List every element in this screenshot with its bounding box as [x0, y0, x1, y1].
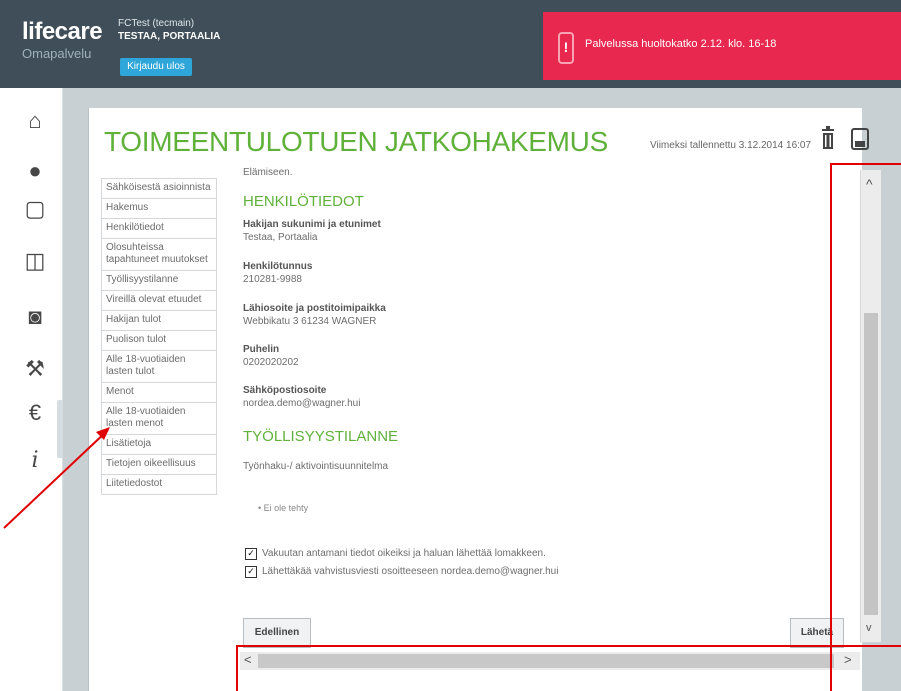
- trash-icon[interactable]: [819, 125, 837, 155]
- left-icon-bar: ⌂ ● ▢ ◫ ◙ ⚒ € i: [0, 88, 63, 691]
- section-nav-item[interactable]: Menot: [101, 383, 217, 403]
- section-nav-item[interactable]: Vireillä olevat etuudet: [101, 291, 217, 311]
- user-name: FCTest (tecmain): [118, 18, 195, 29]
- section-nav-item[interactable]: Hakijan tulot: [101, 311, 217, 331]
- scroll-left-icon[interactable]: <: [244, 652, 252, 667]
- horizontal-scroll-thumb[interactable]: [258, 654, 834, 668]
- vertical-scrollbar[interactable]: ^ v: [860, 170, 881, 642]
- section-heading-personal: HENKILÖTIEDOT: [243, 193, 364, 210]
- previous-button[interactable]: Edellinen: [243, 618, 311, 648]
- field-label: Hakijan sukunimi ja etunimet: [243, 219, 381, 230]
- annotation-line: [830, 163, 901, 165]
- scroll-up-icon[interactable]: ^: [866, 176, 873, 192]
- section-nav-item[interactable]: Alle 18-vuotiaiden lasten tulot: [101, 351, 217, 383]
- save-icon[interactable]: [850, 125, 870, 155]
- user-organization: TESTAA, PORTAALIA: [118, 31, 221, 42]
- field-label: Lähiosoite ja postitoimipaikka: [243, 303, 386, 314]
- send-button[interactable]: Lähetä: [790, 618, 844, 648]
- field-value: 0202020202: [243, 357, 299, 368]
- alert-icon: !: [558, 32, 574, 64]
- app-logo[interactable]: lifecare: [22, 18, 103, 46]
- alert-text: Palvelussa huoltokatko 2.12. klo. 16-18: [585, 38, 777, 50]
- field-label: Puhelin: [243, 344, 280, 355]
- section-nav-item[interactable]: Hakemus: [101, 199, 217, 219]
- gavel-icon[interactable]: ⚒: [22, 356, 48, 382]
- inbox-icon[interactable]: ◙: [22, 304, 48, 330]
- content-top-text: Elämiseen.: [243, 167, 293, 178]
- page-title: TOIMEENTULOTUEN JATKOHAKEMUS: [104, 126, 608, 157]
- section-nav-item[interactable]: Puolison tulot: [101, 331, 217, 351]
- last-saved-text: Viimeksi tallennettu 3.12.2014 16:07: [650, 140, 812, 151]
- horizontal-scrollbar[interactable]: < >: [240, 652, 860, 670]
- annotation-arrow: [3, 427, 110, 529]
- section-nav-item[interactable]: Olosuhteissa tapahtuneet muutokset: [101, 239, 217, 271]
- field-value: Webbikatu 3 61234 WAGNER: [243, 316, 377, 327]
- home-icon[interactable]: ⌂: [22, 108, 48, 134]
- document-icon[interactable]: ▢: [22, 196, 48, 222]
- email-confirm-label: Lähettäkää vahvistusviesti osoitteeseen …: [262, 566, 559, 577]
- employment-plan-label: Työnhaku-/ aktivointisuunnitelma: [243, 461, 389, 472]
- confirm-checkbox[interactable]: ✓: [245, 548, 257, 560]
- section-nav-item[interactable]: Henkilötiedot: [101, 219, 217, 239]
- annotation-line: [236, 645, 901, 647]
- confirm-label: Vakuutan antamani tiedot oikeiksi ja hal…: [262, 548, 546, 559]
- email-confirm-checkbox[interactable]: ✓: [245, 566, 257, 578]
- field-label: Sähköpostiosoite: [243, 385, 327, 396]
- documents-icon[interactable]: ◫: [22, 248, 48, 274]
- section-heading-employment: TYÖLLISYYSTILANNE: [243, 428, 399, 445]
- section-nav-item[interactable]: Sähköisestä asioinnista: [101, 178, 217, 199]
- logout-button[interactable]: Kirjaudu ulos: [120, 58, 192, 76]
- field-label: Henkilötunnus: [243, 261, 313, 272]
- annotation-line: [236, 645, 238, 691]
- field-value: nordea.demo@wagner.hui: [243, 398, 361, 409]
- maintenance-alert: ! Palvelussa huoltokatko 2.12. klo. 16-1…: [543, 12, 901, 80]
- vertical-scroll-thumb[interactable]: [864, 313, 878, 615]
- user-icon[interactable]: ●: [22, 158, 48, 184]
- scroll-right-icon[interactable]: >: [844, 652, 852, 667]
- scroll-down-icon[interactable]: v: [866, 622, 872, 634]
- field-value: 210281-9988: [243, 274, 302, 285]
- app-logo-subtitle: Omapalvelu: [22, 46, 92, 61]
- annotation-line: [830, 163, 832, 691]
- employment-plan-value: • Ei ole tehty: [258, 503, 309, 513]
- section-nav-item[interactable]: Työllisyystilanne: [101, 271, 217, 291]
- field-value: Testaa, Portaalia: [243, 232, 318, 243]
